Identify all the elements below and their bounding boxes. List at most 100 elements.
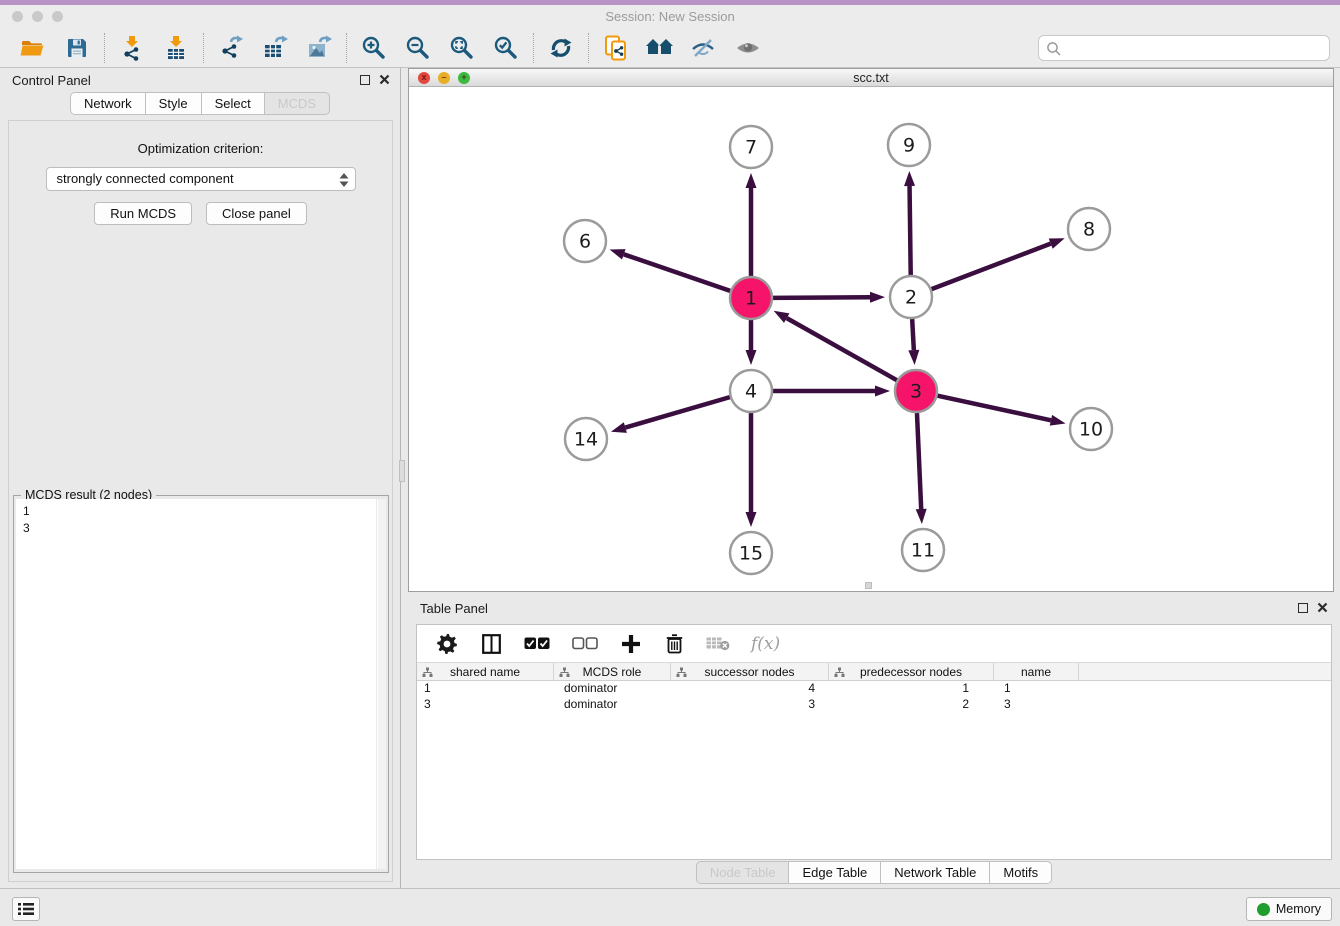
mcds-result-text[interactable]: 1 3 <box>16 499 376 869</box>
clone-network-icon <box>603 34 629 62</box>
column-header-name[interactable]: name <box>994 663 1079 680</box>
graph-edge-4-14[interactable] <box>625 397 730 427</box>
trash-icon <box>666 634 683 654</box>
table-row[interactable]: 3dominator323 <box>417 697 1331 713</box>
cell-successor-nodes[interactable]: 4 <box>671 681 829 697</box>
cell-predecessor-nodes[interactable]: 1 <box>829 681 994 697</box>
close-panel-icon[interactable] <box>1317 602 1328 613</box>
table-settings-button[interactable] <box>435 627 459 661</box>
export-table-button[interactable] <box>257 31 293 65</box>
column-layout-button[interactable] <box>479 627 503 661</box>
column-header-shared-name[interactable]: shared name <box>417 663 554 680</box>
home-networks-button[interactable] <box>642 31 678 65</box>
graph-edge-3-10[interactable] <box>937 396 1050 421</box>
search-field[interactable] <box>1038 35 1330 61</box>
memory-label: Memory <box>1276 902 1321 916</box>
tab-mcds[interactable]: MCDS <box>264 92 330 115</box>
cell-shared-name[interactable]: 1 <box>417 681 554 697</box>
criterion-dropdown[interactable]: strongly connected component <box>46 167 356 191</box>
export-image-icon <box>306 35 333 61</box>
zoom-in-button[interactable] <box>356 31 392 65</box>
cell-MCDS-role[interactable]: dominator <box>554 697 671 713</box>
graph-edge-arrowhead <box>875 386 890 397</box>
graph-edge-3-1[interactable] <box>787 318 897 380</box>
graph-node-label-1: 1 <box>745 288 757 310</box>
table-panel-title: Table Panel <box>420 601 488 616</box>
search-icon <box>1046 41 1062 57</box>
tab-style[interactable]: Style <box>145 92 202 115</box>
graph-node-label-15: 15 <box>739 543 763 565</box>
tab-network-table[interactable]: Network Table <box>880 861 990 884</box>
run-mcds-button[interactable]: Run MCDS <box>94 202 192 225</box>
refresh-button[interactable] <box>543 31 579 65</box>
column-header-successor-nodes[interactable]: successor nodes <box>671 663 829 680</box>
graph-edge-arrowhead <box>746 350 757 365</box>
panel-splitter-handle[interactable] <box>399 460 405 482</box>
export-network-icon <box>218 35 244 61</box>
network-canvas[interactable]: 1234678910111415 <box>409 87 1333 590</box>
deselect-all-columns-button[interactable] <box>571 627 599 661</box>
graph-edge-1-2[interactable] <box>773 297 870 298</box>
hide-selection-button[interactable] <box>686 31 722 65</box>
import-table-button[interactable] <box>158 31 194 65</box>
optimization-criterion-label: Optimization criterion: <box>9 141 392 156</box>
graph-edge-2-3[interactable] <box>912 319 914 350</box>
cell-successor-nodes[interactable]: 3 <box>671 697 829 713</box>
export-network-button[interactable] <box>213 31 249 65</box>
cell-name[interactable]: 3 <box>994 697 1079 713</box>
status-bar: Memory <box>0 888 1340 926</box>
cell-name[interactable]: 1 <box>994 681 1079 697</box>
clone-network-button[interactable] <box>598 31 634 65</box>
delete-table-button[interactable] <box>705 627 731 661</box>
graph-edge-2-9[interactable] <box>910 186 911 275</box>
mcds-panel: Optimization criterion: strongly connect… <box>8 120 393 882</box>
graph-node-label-14: 14 <box>574 429 598 451</box>
delete-table-icon <box>706 636 730 651</box>
tab-network[interactable]: Network <box>70 92 146 115</box>
unchecked-boxes-icon <box>572 637 598 650</box>
search-input[interactable] <box>1065 36 1323 60</box>
function-builder-button[interactable]: f(x) <box>751 634 780 654</box>
graph-edge-arrowhead <box>1050 415 1066 426</box>
graph-edge-arrowhead <box>1049 238 1065 248</box>
cell-predecessor-nodes[interactable]: 2 <box>829 697 994 713</box>
tab-node-table[interactable]: Node Table <box>696 861 790 884</box>
open-session-button[interactable] <box>15 31 51 65</box>
table-row[interactable]: 1dominator411 <box>417 681 1331 697</box>
import-network-button[interactable] <box>114 31 150 65</box>
import-network-icon <box>119 35 145 61</box>
cell-MCDS-role[interactable]: dominator <box>554 681 671 697</box>
dropdown-stepper-icon <box>338 172 350 188</box>
save-session-button[interactable] <box>59 31 95 65</box>
export-image-button[interactable] <box>301 31 337 65</box>
control-panel-tabs: NetworkStyleSelectMCDS <box>0 92 400 115</box>
task-history-button[interactable] <box>12 897 40 921</box>
window-resize-grip[interactable] <box>865 582 872 589</box>
main-toolbar <box>0 28 1340 68</box>
tab-motifs[interactable]: Motifs <box>989 861 1052 884</box>
zoom-fit-button[interactable] <box>444 31 480 65</box>
tab-edge-table[interactable]: Edge Table <box>788 861 881 884</box>
cell-shared-name[interactable]: 3 <box>417 697 554 713</box>
delete-column-button[interactable] <box>663 627 685 661</box>
zoom-selected-icon <box>493 35 519 61</box>
close-panel-button[interactable]: Close panel <box>206 202 307 225</box>
column-header-predecessor-nodes[interactable]: predecessor nodes <box>829 663 994 680</box>
graph-edge-3-11[interactable] <box>917 413 921 509</box>
result-scrollbar[interactable] <box>377 499 386 869</box>
eye-slash-icon <box>690 36 718 60</box>
graph-edge-1-6[interactable] <box>624 254 730 291</box>
add-column-button[interactable] <box>619 627 643 661</box>
network-window-titlebar[interactable]: x – + scc.txt <box>409 69 1333 87</box>
zoom-selected-button[interactable] <box>488 31 524 65</box>
memory-button[interactable]: Memory <box>1246 897 1332 921</box>
select-all-columns-button[interactable] <box>523 627 551 661</box>
float-panel-icon[interactable] <box>1298 603 1308 613</box>
close-panel-icon[interactable] <box>379 74 390 85</box>
zoom-out-button[interactable] <box>400 31 436 65</box>
float-panel-icon[interactable] <box>360 75 370 85</box>
tab-select[interactable]: Select <box>201 92 265 115</box>
graph-edge-2-8[interactable] <box>932 244 1051 290</box>
show-all-button[interactable] <box>730 31 766 65</box>
column-header-MCDS-role[interactable]: MCDS role <box>554 663 671 680</box>
